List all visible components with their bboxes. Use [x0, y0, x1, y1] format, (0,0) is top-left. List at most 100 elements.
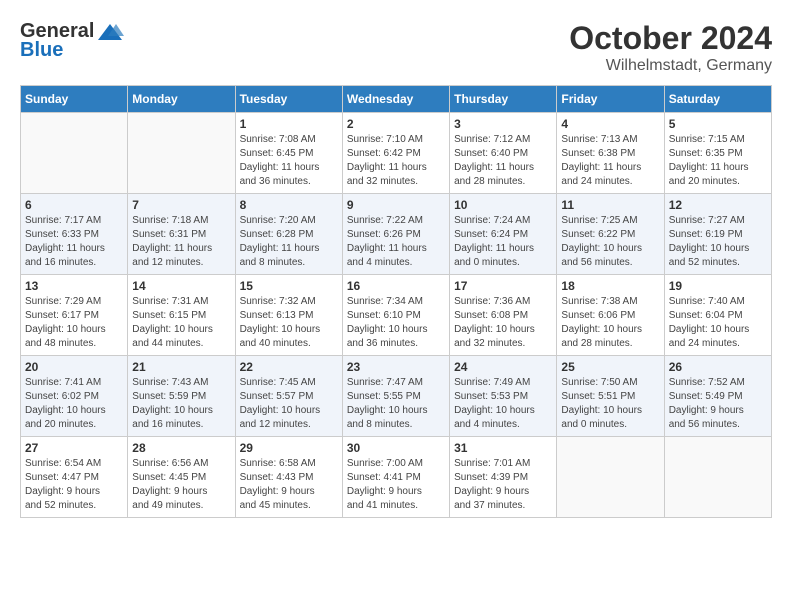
cell-day-number: 31 [454, 441, 552, 455]
cell-info-text: Sunrise: 7:10 AM Sunset: 6:42 PM Dayligh… [347, 133, 445, 189]
cell-info-text: Sunrise: 7:08 AM Sunset: 6:45 PM Dayligh… [240, 133, 338, 189]
cell-day-number: 26 [669, 360, 767, 374]
week-row-2: 6 Sunrise: 7:17 AM Sunset: 6:33 PM Daylig… [21, 194, 772, 275]
calendar-cell: 1 Sunrise: 7:08 AM Sunset: 6:45 PM Daylig… [235, 113, 342, 194]
cell-info-text: Sunrise: 7:24 AM Sunset: 6:24 PM Dayligh… [454, 214, 552, 270]
calendar-cell: 2 Sunrise: 7:10 AM Sunset: 6:42 PM Daylig… [342, 113, 449, 194]
cell-day-number: 6 [25, 198, 123, 212]
cell-info-text: Sunrise: 7:29 AM Sunset: 6:17 PM Dayligh… [25, 295, 123, 351]
cell-day-number: 16 [347, 279, 445, 293]
cell-info-text: Sunrise: 7:25 AM Sunset: 6:22 PM Dayligh… [561, 214, 659, 270]
header-sunday: Sunday [21, 86, 128, 113]
cell-info-text: Sunrise: 7:13 AM Sunset: 6:38 PM Dayligh… [561, 133, 659, 189]
logo-icon [96, 22, 124, 42]
cell-info-text: Sunrise: 7:18 AM Sunset: 6:31 PM Dayligh… [132, 214, 230, 270]
calendar-cell: 9 Sunrise: 7:22 AM Sunset: 6:26 PM Daylig… [342, 194, 449, 275]
cell-info-text: Sunrise: 7:40 AM Sunset: 6:04 PM Dayligh… [669, 295, 767, 351]
calendar-cell: 14 Sunrise: 7:31 AM Sunset: 6:15 PM Dayli… [128, 275, 235, 356]
cell-day-number: 20 [25, 360, 123, 374]
cell-day-number: 3 [454, 117, 552, 131]
calendar-cell: 29Sunrise: 6:58 AM Sunset: 4:43 PM Dayli… [235, 437, 342, 518]
cell-info-text: Sunrise: 7:20 AM Sunset: 6:28 PM Dayligh… [240, 214, 338, 270]
cell-day-number: 8 [240, 198, 338, 212]
calendar-cell: 15 Sunrise: 7:32 AM Sunset: 6:13 PM Dayli… [235, 275, 342, 356]
month-title: October 2024 [569, 20, 772, 57]
location-title: Wilhelmstadt, Germany [569, 57, 772, 75]
cell-day-number: 24 [454, 360, 552, 374]
calendar-cell: 23 Sunrise: 7:47 AM Sunset: 5:55 PM Dayli… [342, 356, 449, 437]
cell-info-text: Sunrise: 7:45 AM Sunset: 5:57 PM Dayligh… [240, 376, 338, 432]
calendar-cell: 7 Sunrise: 7:18 AM Sunset: 6:31 PM Daylig… [128, 194, 235, 275]
header-saturday: Saturday [664, 86, 771, 113]
header-friday: Friday [557, 86, 664, 113]
cell-day-number: 25 [561, 360, 659, 374]
calendar-cell [664, 437, 771, 518]
cell-info-text: Sunrise: 7:38 AM Sunset: 6:06 PM Dayligh… [561, 295, 659, 351]
cell-info-text: Sunrise: 7:15 AM Sunset: 6:35 PM Dayligh… [669, 133, 767, 189]
cell-day-number: 10 [454, 198, 552, 212]
calendar-cell: 4Sunrise: 7:13 AM Sunset: 6:38 PM Daylig… [557, 113, 664, 194]
calendar-cell: 18 Sunrise: 7:38 AM Sunset: 6:06 PM Dayli… [557, 275, 664, 356]
logo: General Blue [20, 20, 124, 62]
calendar-cell: 22 Sunrise: 7:45 AM Sunset: 5:57 PM Dayli… [235, 356, 342, 437]
cell-info-text: Sunrise: 6:54 AM Sunset: 4:47 PM Dayligh… [25, 457, 123, 513]
cell-day-number: 12 [669, 198, 767, 212]
page-header: General Blue October 2024 Wilhelmstadt, … [20, 20, 772, 75]
calendar-cell: 6 Sunrise: 7:17 AM Sunset: 6:33 PM Daylig… [21, 194, 128, 275]
calendar-cell: 16Sunrise: 7:34 AM Sunset: 6:10 PM Dayli… [342, 275, 449, 356]
cell-day-number: 29 [240, 441, 338, 455]
cell-day-number: 21 [132, 360, 230, 374]
calendar-cell: 10 Sunrise: 7:24 AM Sunset: 6:24 PM Dayli… [450, 194, 557, 275]
calendar-cell: 20Sunrise: 7:41 AM Sunset: 6:02 PM Dayli… [21, 356, 128, 437]
calendar-cell: 28 Sunrise: 6:56 AM Sunset: 4:45 PM Dayli… [128, 437, 235, 518]
calendar-cell: 8 Sunrise: 7:20 AM Sunset: 6:28 PM Daylig… [235, 194, 342, 275]
logo-blue-text: Blue [20, 39, 63, 62]
cell-info-text: Sunrise: 7:50 AM Sunset: 5:51 PM Dayligh… [561, 376, 659, 432]
cell-day-number: 1 [240, 117, 338, 131]
cell-info-text: Sunrise: 7:47 AM Sunset: 5:55 PM Dayligh… [347, 376, 445, 432]
cell-info-text: Sunrise: 7:31 AM Sunset: 6:15 PM Dayligh… [132, 295, 230, 351]
calendar-cell: 30Sunrise: 7:00 AM Sunset: 4:41 PM Dayli… [342, 437, 449, 518]
cell-day-number: 13 [25, 279, 123, 293]
cell-info-text: Sunrise: 6:56 AM Sunset: 4:45 PM Dayligh… [132, 457, 230, 513]
cell-day-number: 27 [25, 441, 123, 455]
calendar-cell: 21Sunrise: 7:43 AM Sunset: 5:59 PM Dayli… [128, 356, 235, 437]
calendar-cell: 13 Sunrise: 7:29 AM Sunset: 6:17 PM Dayli… [21, 275, 128, 356]
cell-day-number: 2 [347, 117, 445, 131]
calendar-cell: 24 Sunrise: 7:49 AM Sunset: 5:53 PM Dayli… [450, 356, 557, 437]
calendar-cell: 25 Sunrise: 7:50 AM Sunset: 5:51 PM Dayli… [557, 356, 664, 437]
cell-info-text: Sunrise: 7:22 AM Sunset: 6:26 PM Dayligh… [347, 214, 445, 270]
cell-day-number: 22 [240, 360, 338, 374]
calendar-cell: 26 Sunrise: 7:52 AM Sunset: 5:49 PM Dayli… [664, 356, 771, 437]
header-thursday: Thursday [450, 86, 557, 113]
calendar-cell [21, 113, 128, 194]
cell-day-number: 18 [561, 279, 659, 293]
cell-info-text: Sunrise: 7:52 AM Sunset: 5:49 PM Dayligh… [669, 376, 767, 432]
cell-day-number: 15 [240, 279, 338, 293]
title-area: October 2024 Wilhelmstadt, Germany [569, 20, 772, 75]
cell-info-text: Sunrise: 7:01 AM Sunset: 4:39 PM Dayligh… [454, 457, 552, 513]
cell-day-number: 11 [561, 198, 659, 212]
calendar-cell: 3 Sunrise: 7:12 AM Sunset: 6:40 PM Daylig… [450, 113, 557, 194]
calendar-cell [128, 113, 235, 194]
cell-day-number: 5 [669, 117, 767, 131]
header-wednesday: Wednesday [342, 86, 449, 113]
header-tuesday: Tuesday [235, 86, 342, 113]
cell-info-text: Sunrise: 7:12 AM Sunset: 6:40 PM Dayligh… [454, 133, 552, 189]
cell-info-text: Sunrise: 7:17 AM Sunset: 6:33 PM Dayligh… [25, 214, 123, 270]
calendar-cell: 19 Sunrise: 7:40 AM Sunset: 6:04 PM Dayli… [664, 275, 771, 356]
cell-info-text: Sunrise: 7:49 AM Sunset: 5:53 PM Dayligh… [454, 376, 552, 432]
cell-day-number: 30 [347, 441, 445, 455]
header-row: SundayMondayTuesdayWednesdayThursdayFrid… [21, 86, 772, 113]
week-row-5: 27 Sunrise: 6:54 AM Sunset: 4:47 PM Dayli… [21, 437, 772, 518]
header-monday: Monday [128, 86, 235, 113]
cell-day-number: 19 [669, 279, 767, 293]
cell-info-text: Sunrise: 7:32 AM Sunset: 6:13 PM Dayligh… [240, 295, 338, 351]
cell-day-number: 7 [132, 198, 230, 212]
week-row-1: 1 Sunrise: 7:08 AM Sunset: 6:45 PM Daylig… [21, 113, 772, 194]
cell-day-number: 28 [132, 441, 230, 455]
cell-day-number: 23 [347, 360, 445, 374]
cell-day-number: 14 [132, 279, 230, 293]
calendar-cell: 11 Sunrise: 7:25 AM Sunset: 6:22 PM Dayli… [557, 194, 664, 275]
cell-day-number: 9 [347, 198, 445, 212]
